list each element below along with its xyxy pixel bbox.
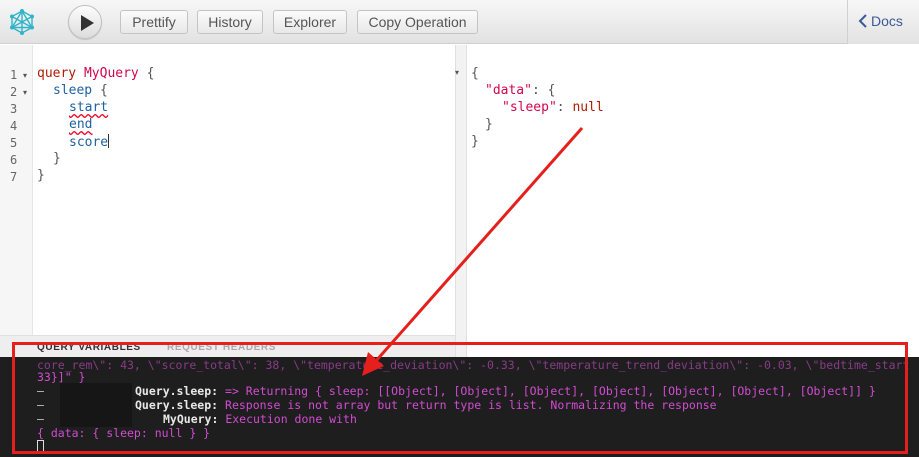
log-message: Response is not array but return type is… xyxy=(218,398,717,412)
tab-request-headers[interactable]: REQUEST HEADERS xyxy=(167,342,276,353)
code-line-1: query MyQuery { xyxy=(37,66,154,81)
chevron-left-icon xyxy=(858,14,867,28)
code-line-7: } xyxy=(37,168,45,183)
sleep-field: sleep xyxy=(53,83,93,98)
sleep-value: null xyxy=(572,100,604,115)
terminal-line-6: { data: { sleep: null } } xyxy=(37,426,211,440)
code-line-2: sleep { xyxy=(53,83,108,98)
code-line-6: } xyxy=(53,151,61,166)
close-brace: } xyxy=(53,151,61,166)
open-brace: { xyxy=(547,83,556,98)
history-button[interactable]: History xyxy=(197,10,263,34)
open-brace: { xyxy=(146,66,155,81)
line-number: 6 xyxy=(10,153,18,167)
text-cursor xyxy=(108,134,110,148)
terminal-line-5: MyQuery: Execution done with xyxy=(163,412,357,426)
log-prefix: MyQuery: xyxy=(163,412,219,426)
data-key: "data" xyxy=(485,83,532,98)
sleep-key: "sleep" xyxy=(502,100,557,115)
start-field: start xyxy=(69,100,109,115)
explorer-button[interactable]: Explorer xyxy=(273,10,347,34)
line-number: 1 xyxy=(10,68,18,82)
log-prefix: Query.sleep: xyxy=(135,398,219,412)
docs-label: Docs xyxy=(871,13,903,29)
terminal-line-4: Query.sleep: Response is not array but r… xyxy=(135,398,717,412)
close-brace: } xyxy=(485,117,493,132)
line-number: 4 xyxy=(10,119,18,133)
fold-arrow-icon[interactable]: ▾ xyxy=(23,88,27,97)
end-field: end xyxy=(69,117,93,132)
terminal-dash: — xyxy=(37,384,44,398)
code-line-3: start xyxy=(69,100,108,115)
terminal-line-3: Query.sleep: => Returning { sleep: [[Obj… xyxy=(135,384,876,398)
query-keyword: query xyxy=(37,66,77,81)
result-line: { xyxy=(471,66,479,81)
execute-query-button[interactable] xyxy=(68,5,102,39)
terminal-dash: — xyxy=(37,412,44,426)
line-number: 7 xyxy=(10,170,18,184)
terminal-line-2: 33}]" } xyxy=(37,370,86,384)
open-brace: { xyxy=(99,83,108,98)
open-brace: { xyxy=(471,66,479,81)
tab-query-variables[interactable]: QUERY VARIABLES xyxy=(37,342,141,353)
terminal-line-1: core_rem\": 43, \"score_total\": 38, \"t… xyxy=(37,358,910,372)
log-message: Execution done with xyxy=(218,412,357,426)
operation-name: MyQuery xyxy=(83,66,139,81)
play-icon xyxy=(81,15,94,31)
docs-panel-toggle: Docs xyxy=(847,0,919,44)
code-line-5: score xyxy=(69,134,110,150)
docs-button[interactable]: Docs xyxy=(858,13,903,29)
copy-operation-button[interactable]: Copy Operation xyxy=(357,10,478,34)
terminal-cursor xyxy=(37,440,44,452)
line-number: 5 xyxy=(10,136,18,150)
close-brace: } xyxy=(471,134,479,149)
close-brace: } xyxy=(37,168,45,183)
fold-arrow-icon[interactable]: ▾ xyxy=(23,71,27,80)
log-prefix: Query.sleep: xyxy=(135,384,219,398)
terminal-dash: — xyxy=(37,398,44,412)
score-field: score xyxy=(69,135,109,150)
line-number-gutter: 1 ▾ 2 ▾ 3 4 5 6 7 xyxy=(0,45,33,335)
code-line-4: end xyxy=(69,117,92,132)
log-message: => Returning { sleep: [[Object], [Object… xyxy=(218,384,876,398)
graphql-logo-icon xyxy=(10,9,34,35)
line-number: 2 xyxy=(10,85,18,99)
redacted-area xyxy=(60,383,132,427)
line-number: 3 xyxy=(10,102,18,116)
result-line: "sleep": null xyxy=(502,100,604,115)
result-line: } xyxy=(471,134,479,149)
result-line: "data": { xyxy=(485,83,556,98)
toolbar: Prettify History Explorer Copy Operation… xyxy=(0,0,919,44)
variables-tab-bar: QUERY VARIABLES REQUEST HEADERS xyxy=(0,335,455,357)
prettify-button[interactable]: Prettify xyxy=(120,10,188,34)
query-editor[interactable]: 1 ▾ 2 ▾ 3 4 5 6 7 query MyQuery { sleep … xyxy=(0,45,455,335)
fold-arrow-icon[interactable]: ▾ xyxy=(455,68,459,77)
result-line: } xyxy=(485,117,493,132)
